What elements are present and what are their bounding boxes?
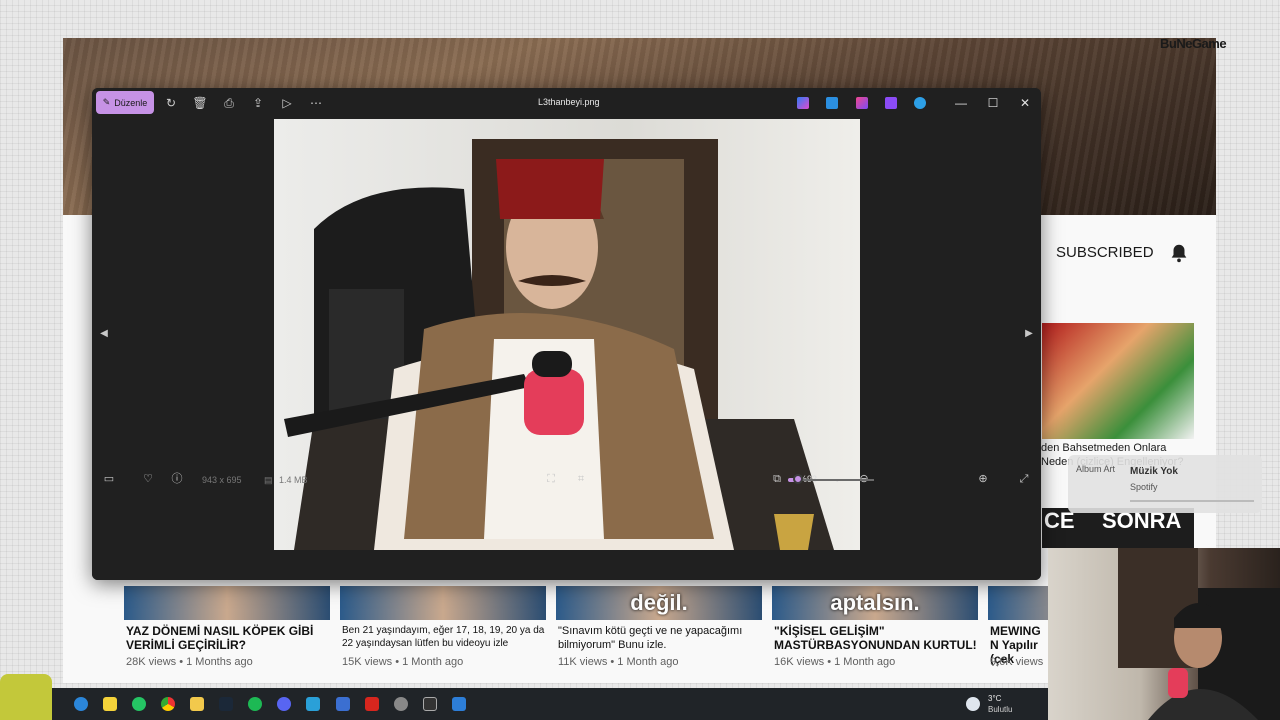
image-dimensions: 943 x 695: [202, 475, 242, 485]
zoom-in-icon[interactable]: ⊕: [976, 472, 990, 486]
video-card[interactable]: aptalsın. "KİŞİSEL GELİŞİM" MASTÜRBASYON…: [772, 586, 978, 676]
settings-icon[interactable]: [394, 697, 408, 711]
chrome-icon[interactable]: [161, 697, 175, 711]
next-image-arrow[interactable]: ▶: [1022, 328, 1036, 342]
more-icon[interactable]: ⋯: [308, 95, 324, 111]
steam-icon[interactable]: [219, 697, 233, 711]
file-explorer-icon[interactable]: [190, 697, 204, 711]
video-meta: 11K views • 1 Month ago: [558, 656, 679, 668]
bell-icon[interactable]: [1168, 242, 1190, 264]
edge-icon[interactable]: [74, 697, 88, 711]
terminal-icon[interactable]: [423, 697, 437, 711]
slideshow-icon[interactable]: ▷: [279, 95, 295, 111]
minimize-icon[interactable]: —: [952, 94, 970, 112]
edit-icon: ✎: [102, 97, 111, 107]
video-thumbnail[interactable]: değil.: [556, 586, 762, 620]
video-meta: 15K views • 1 Month ago: [342, 656, 464, 668]
video-meta: 9,6K views: [990, 656, 1044, 668]
ocr-icon[interactable]: ⌗: [574, 472, 588, 486]
video-thumbnail[interactable]: [988, 586, 1048, 620]
video-card[interactable]: değil. "Sınavım kötü geçti ve ne yapacağ…: [556, 586, 762, 676]
file-size-icon: ▤: [264, 475, 273, 485]
webcam-overlay: [1048, 548, 1280, 720]
app-icon[interactable]: [336, 697, 350, 711]
designer-icon[interactable]: [826, 97, 838, 109]
previous-image-arrow[interactable]: ◀: [97, 328, 111, 342]
notes-icon[interactable]: [103, 697, 117, 711]
mascot-sticker: [0, 674, 52, 720]
spotify-track-title: Müzik Yok: [1130, 466, 1178, 477]
video-title[interactable]: Ben 21 yaşındayım, eğer 17, 18, 19, 20 y…: [342, 624, 548, 650]
store-icon[interactable]: [306, 697, 320, 711]
file-name: L3thanbeyi.png: [538, 97, 600, 107]
video-meta: 16K views • 1 Month ago: [774, 656, 896, 668]
video-card[interactable]: MEWING N Yapılır (çek 9,6K views: [988, 586, 1048, 676]
onedrive-icon[interactable]: [914, 97, 926, 109]
side-video-thumbnail[interactable]: [1042, 323, 1194, 439]
thumb-text: aptalsın.: [830, 590, 920, 615]
video-thumbnail[interactable]: [124, 586, 330, 620]
thumb-text: değil.: [630, 590, 688, 615]
brand-logo: BuNeGame: [1160, 36, 1227, 51]
edit-button-label: Düzenle: [114, 97, 148, 108]
taskbar: [0, 688, 1048, 720]
video-card[interactable]: YAZ DÖNEMİ NASIL KÖPEK GİBİ VERİMLİ GEÇİ…: [124, 586, 330, 676]
weather-temperature: 3°C: [988, 694, 1002, 703]
spotify-icon[interactable]: [248, 697, 262, 711]
rotate-icon[interactable]: ↻: [163, 95, 179, 111]
close-icon[interactable]: ✕: [1016, 94, 1034, 112]
spotify-progress-bar: [1130, 500, 1254, 502]
video-title[interactable]: "KİŞİSEL GELİŞİM" MASTÜRBASYONUNDAN KURT…: [774, 624, 980, 652]
weather-description: Bulutlu: [988, 705, 1013, 714]
video-thumbnail[interactable]: aptalsın.: [772, 586, 978, 620]
filmstrip-icon[interactable]: ▭: [102, 472, 116, 486]
paint-icon[interactable]: [856, 97, 868, 109]
webcam-feed: [1118, 548, 1280, 720]
photo-viewer-window: ✎ Düzenle ↻ 🗑 ⎙ ⇪ ▷ ⋯ L3thanbeyi.png — ☐…: [92, 88, 1041, 580]
photos-icon[interactable]: [452, 697, 466, 711]
subscribed-button[interactable]: SUBSCRIBED: [1056, 244, 1154, 261]
delete-icon[interactable]: 🗑: [192, 95, 208, 111]
share-icon[interactable]: ⇪: [250, 95, 266, 111]
video-title[interactable]: YAZ DÖNEMİ NASIL KÖPEK GİBİ VERİMLİ GEÇİ…: [126, 624, 332, 652]
info-icon[interactable]: ⓘ: [170, 472, 184, 486]
favorite-icon[interactable]: ♡: [141, 472, 155, 486]
discord-icon[interactable]: [277, 697, 291, 711]
print-icon[interactable]: ⎙: [221, 95, 237, 111]
clipchamp-icon[interactable]: [885, 97, 897, 109]
fullscreen-icon[interactable]: ⤢: [1017, 472, 1031, 486]
viewer-bottom-bar: [92, 554, 1041, 580]
whatsapp-icon[interactable]: [132, 697, 146, 711]
acrobat-icon[interactable]: [365, 697, 379, 711]
weather-icon[interactable]: [966, 697, 980, 711]
file-size: 1.4 MB: [279, 475, 308, 485]
copilot-icon[interactable]: [797, 97, 809, 109]
edit-button[interactable]: ✎ Düzenle: [96, 91, 154, 114]
maximize-icon[interactable]: ☐: [984, 94, 1002, 112]
video-title[interactable]: "Sınavım kötü geçti ve ne yapacağımı bil…: [558, 624, 764, 652]
spotify-app-name: Spotify: [1130, 482, 1158, 492]
crop-icon[interactable]: ⛶: [544, 472, 558, 486]
video-thumbnail[interactable]: [340, 586, 546, 620]
video-card[interactable]: Ben 21 yaşındayım, eğer 17, 18, 19, 20 y…: [340, 586, 546, 676]
album-art-placeholder: Album Art: [1076, 464, 1116, 474]
video-meta: 28K views • 1 Months ago: [126, 656, 253, 668]
